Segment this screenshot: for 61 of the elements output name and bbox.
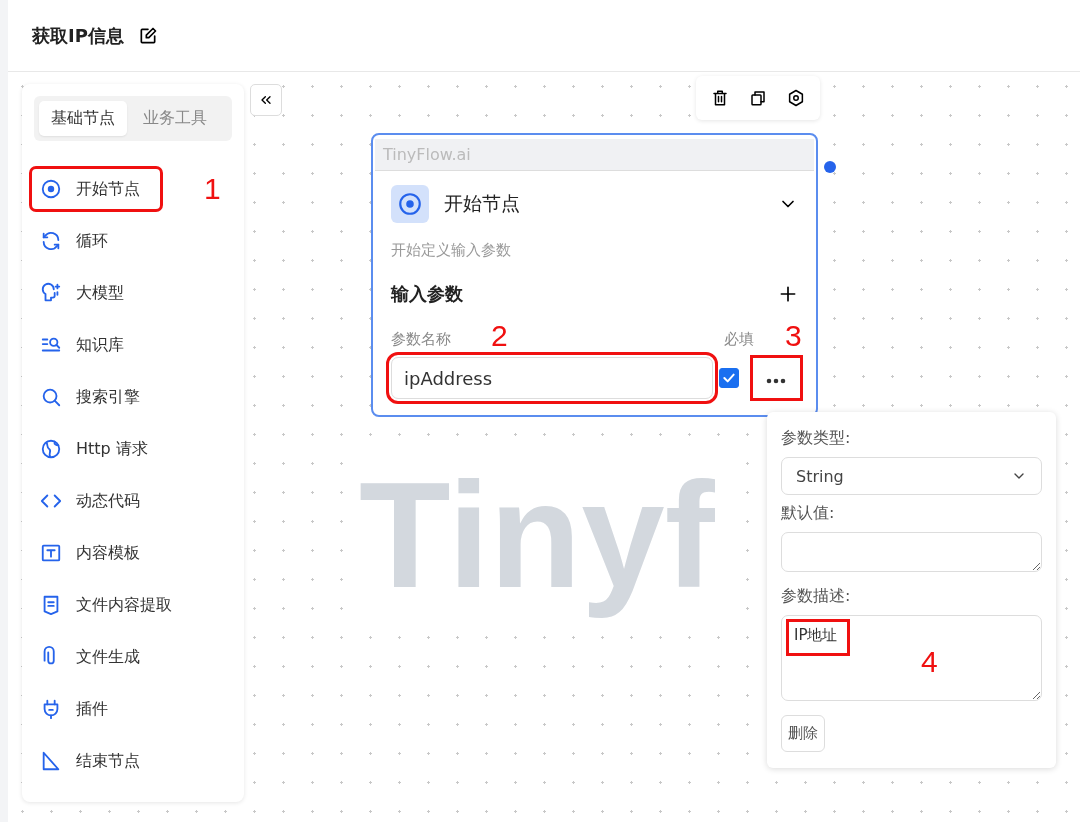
- text-template-icon: [40, 542, 62, 564]
- palette-tab[interactable]: 基础节点: [39, 101, 127, 136]
- palette-item-label: 内容模板: [76, 542, 140, 564]
- column-label: 参数名称: [391, 330, 451, 349]
- palette-item[interactable]: 内容模板: [34, 527, 140, 579]
- target-icon: [397, 191, 423, 217]
- collapse-panel-button[interactable]: [250, 84, 282, 116]
- target-icon: [40, 178, 62, 200]
- palette-item-label: 插件: [76, 698, 108, 720]
- node-description: 开始定义输入参数: [391, 241, 512, 260]
- palette-item[interactable]: 搜索引擎: [34, 371, 140, 423]
- field-label: 默认值:: [781, 503, 836, 524]
- palette-item-label: 大模型: [76, 282, 124, 304]
- section-heading: 输入参数: [391, 282, 464, 306]
- palette-item[interactable]: 文件内容提取: [34, 579, 172, 631]
- head-sparkle-icon: [40, 282, 62, 304]
- default-value-field[interactable]: [781, 532, 1042, 572]
- description-value: IP地址: [786, 619, 851, 656]
- palette-item[interactable]: 循环: [34, 215, 108, 267]
- palette-item[interactable]: 结束节点: [34, 735, 140, 787]
- palette-item[interactable]: 大模型: [34, 267, 124, 319]
- required-checkbox[interactable]: [718, 368, 739, 388]
- settings-icon: [787, 89, 805, 107]
- node-brand-bar: TinyFlow.ai: [375, 139, 814, 171]
- more-icon: [765, 376, 788, 385]
- annotation-number: 1: [204, 174, 221, 204]
- palette-item-label: 结束节点: [76, 750, 140, 772]
- palette-item-label: Http 请求: [76, 438, 148, 460]
- field-label: 参数描述:: [781, 586, 852, 607]
- add-parameter-button[interactable]: [778, 284, 798, 304]
- loop-icon: [40, 230, 62, 252]
- page-title: 获取IP信息: [32, 23, 124, 48]
- flag-triangle-icon: [40, 750, 62, 772]
- globe-icon: [40, 438, 62, 460]
- node-title: 开始节点: [444, 191, 521, 216]
- palette-item-label: 文件内容提取: [76, 594, 172, 616]
- palette-item-label: 开始节点: [76, 178, 140, 200]
- column-label: 必填: [724, 330, 754, 349]
- palette-item[interactable]: Http 请求: [34, 423, 148, 475]
- field-label: 参数类型:: [781, 428, 852, 449]
- palette-item-label: 知识库: [76, 334, 124, 356]
- annotation-number: 3: [785, 321, 802, 351]
- palette-item-label: 文件生成: [76, 646, 140, 668]
- annotation-number: 2: [491, 321, 508, 351]
- palette-item[interactable]: 文件生成: [34, 631, 140, 683]
- type-select[interactable]: String: [781, 457, 1042, 495]
- delete-icon: [711, 89, 729, 107]
- palette-item[interactable]: 动态代码: [34, 475, 140, 527]
- search-icon: [40, 386, 62, 408]
- copy-icon: [749, 89, 767, 107]
- palette-item-label: 动态代码: [76, 490, 140, 512]
- delete-button[interactable]: 删除: [781, 715, 825, 752]
- palette-item[interactable]: 插件: [34, 683, 108, 735]
- palette-item-label: 搜索引擎: [76, 386, 140, 408]
- connection-handle[interactable]: [824, 161, 836, 173]
- plus-icon: [778, 284, 798, 304]
- start-node-card[interactable]: TinyFlow.ai 开始节点 开始定义输入参数 输入参数 参数名称 必填 ipAddress 2 3: [371, 133, 818, 417]
- description-field[interactable]: [781, 615, 1042, 701]
- annotation-number: 4: [921, 647, 938, 677]
- palette-item[interactable]: 知识库: [34, 319, 124, 371]
- palette-item-label: 循环: [76, 230, 108, 252]
